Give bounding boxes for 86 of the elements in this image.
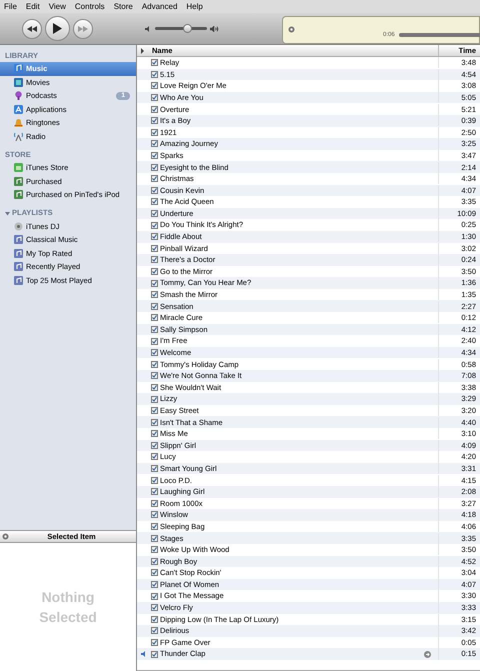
checkbox[interactable] <box>151 500 158 507</box>
menu-item[interactable]: File <box>4 0 17 13</box>
checkbox[interactable] <box>151 372 158 380</box>
arrow-circle-icon[interactable] <box>424 650 431 658</box>
checkbox[interactable] <box>151 627 158 634</box>
microphone-icon <box>14 91 23 100</box>
checkbox[interactable] <box>151 280 158 287</box>
checkbox[interactable] <box>151 164 158 171</box>
playlist-icon <box>14 190 23 200</box>
rewind-icon <box>27 26 37 32</box>
playlist-icon <box>14 262 23 272</box>
disc-icon <box>14 222 23 231</box>
checkbox[interactable] <box>151 581 158 588</box>
menu-item[interactable]: View <box>48 0 66 13</box>
menu-item[interactable]: Edit <box>26 0 40 13</box>
checkbox[interactable] <box>151 198 158 206</box>
checkbox[interactable] <box>151 186 158 194</box>
checkbox[interactable] <box>151 128 158 136</box>
checkbox[interactable] <box>151 534 158 542</box>
checkbox[interactable] <box>151 418 158 426</box>
circle-icon[interactable] <box>288 26 295 33</box>
checkbox[interactable] <box>151 476 158 484</box>
checkbox[interactable] <box>151 523 158 530</box>
bell-icon <box>14 118 23 128</box>
checkbox[interactable] <box>151 59 158 66</box>
store-icon <box>14 163 23 172</box>
play-button[interactable] <box>45 16 70 41</box>
checkbox[interactable] <box>151 152 158 160</box>
volume-low-icon <box>145 26 152 32</box>
film-icon <box>14 78 23 87</box>
volume-slider[interactable] <box>155 27 207 30</box>
playlist-icon <box>14 248 23 258</box>
checkbox[interactable] <box>151 616 158 623</box>
checkbox[interactable] <box>151 94 158 102</box>
checkbox[interactable] <box>151 604 158 612</box>
checkbox[interactable] <box>151 233 158 240</box>
app-icon <box>14 104 23 114</box>
checkbox[interactable] <box>151 569 158 576</box>
checkbox[interactable] <box>151 430 158 438</box>
checkbox[interactable] <box>151 291 158 298</box>
checkbox[interactable] <box>151 117 158 124</box>
circle-icon[interactable] <box>2 533 9 540</box>
checkbox[interactable] <box>151 268 158 275</box>
checkbox[interactable] <box>151 210 158 218</box>
checkbox[interactable] <box>151 175 158 182</box>
checkbox[interactable] <box>151 650 158 658</box>
checkbox[interactable] <box>151 384 158 391</box>
checkbox[interactable] <box>151 442 158 449</box>
checkbox[interactable] <box>151 511 158 518</box>
checkbox[interactable] <box>151 407 158 414</box>
checkbox[interactable] <box>151 488 158 496</box>
volume-high-icon <box>210 26 219 32</box>
checkbox[interactable] <box>151 244 158 252</box>
volume-thumb[interactable] <box>183 24 192 33</box>
menu-item[interactable]: Help <box>186 0 203 13</box>
checkbox[interactable] <box>151 140 158 148</box>
checkbox[interactable] <box>151 349 158 356</box>
checkbox[interactable] <box>151 70 158 78</box>
checkbox[interactable] <box>151 222 158 229</box>
checkbox[interactable] <box>151 638 158 646</box>
checkbox[interactable] <box>151 558 158 565</box>
fast-forward-icon <box>78 26 88 32</box>
checkbox[interactable] <box>151 82 158 90</box>
playlist-icon <box>14 276 23 285</box>
playlist-icon <box>14 235 23 244</box>
checkbox[interactable] <box>151 338 158 345</box>
checkbox[interactable] <box>151 314 158 322</box>
checkbox[interactable] <box>151 106 158 113</box>
checkbox[interactable] <box>151 396 158 403</box>
checkbox[interactable] <box>151 453 158 460</box>
checkbox[interactable] <box>151 360 158 368</box>
menu-item[interactable]: Advanced <box>142 0 178 13</box>
checkbox[interactable] <box>151 592 158 600</box>
previous-button[interactable] <box>22 18 42 38</box>
next-button[interactable] <box>73 18 93 38</box>
checkbox[interactable] <box>151 546 158 554</box>
checkbox[interactable] <box>151 256 158 264</box>
antenna-icon <box>14 132 23 141</box>
play-icon <box>53 23 62 34</box>
playlist-icon <box>14 176 23 186</box>
checkbox[interactable] <box>151 302 158 310</box>
menu-item[interactable]: Controls <box>74 0 105 13</box>
checkbox[interactable] <box>151 465 158 472</box>
menu-item[interactable]: Store <box>114 0 133 13</box>
note-icon <box>14 64 23 74</box>
checkbox[interactable] <box>151 326 158 333</box>
